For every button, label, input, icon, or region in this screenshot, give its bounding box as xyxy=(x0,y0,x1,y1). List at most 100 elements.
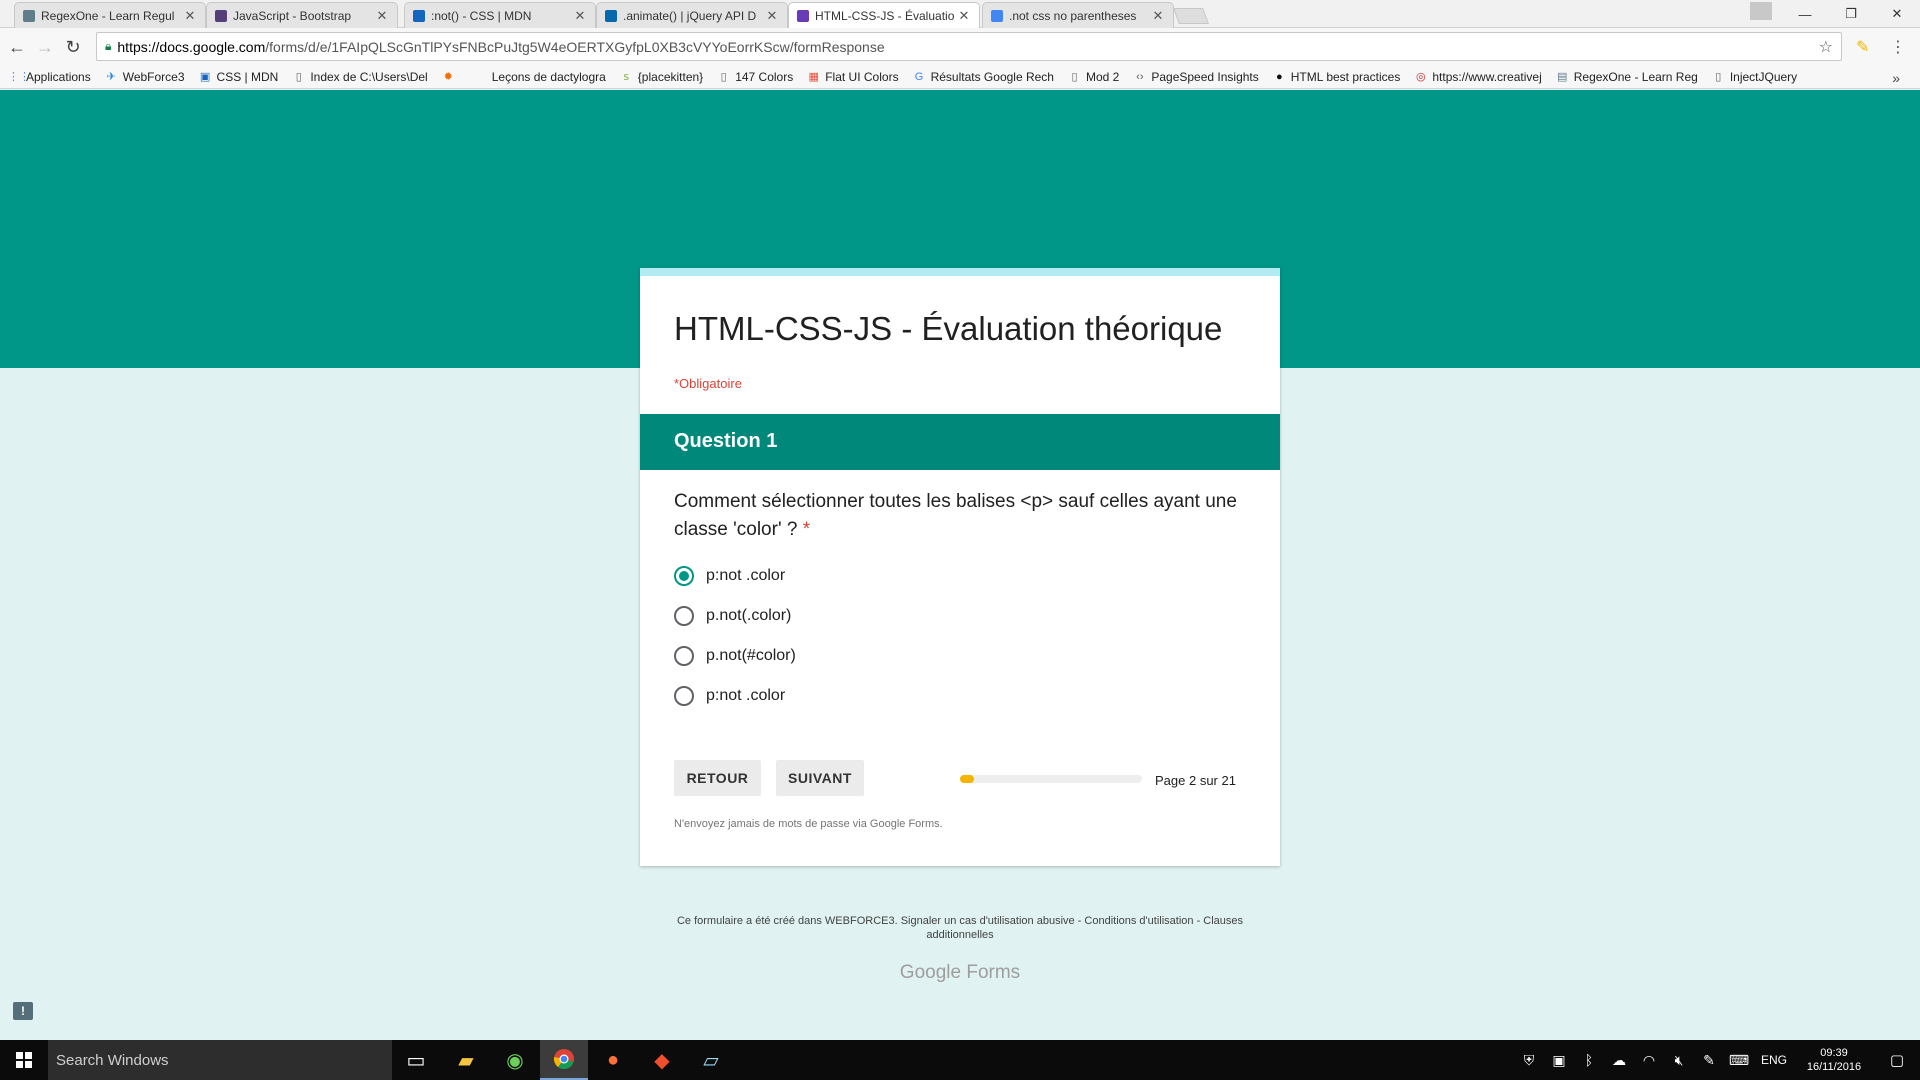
form-card: HTML-CSS-JS - Évaluation théorique *Obli… xyxy=(640,268,1280,866)
action-center-icon[interactable]: ▢ xyxy=(1874,1051,1920,1069)
chrome-icon[interactable] xyxy=(540,1040,588,1080)
bug-icon: ✹ xyxy=(443,70,453,83)
progress-bar xyxy=(960,775,1142,783)
browser-tab[interactable]: JavaScript - Bootstrap ✕ xyxy=(206,2,398,28)
bookmark-star-icon[interactable]: ☆ xyxy=(1819,37,1833,57)
radio-option[interactable]: p:not .color xyxy=(674,556,796,596)
bookmark-item[interactable]: ‹› PageSpeed Insights xyxy=(1133,70,1259,84)
bootstrap-icon xyxy=(215,10,227,22)
chevron-right-icon[interactable]: » xyxy=(1892,70,1900,86)
bookmark-item[interactable]: ▯ 147 Colors xyxy=(717,70,794,84)
browser-toolbar: ← → ↻ 🔒︎ https://docs.google.com /forms/… xyxy=(0,28,1920,66)
task-view-icon[interactable]: ▭ xyxy=(392,1040,440,1080)
bookmark-item[interactable]: ꜱ {placekitten} xyxy=(620,70,703,84)
feedback-icon[interactable]: ! xyxy=(13,1002,33,1020)
code-icon: ‹› xyxy=(1136,70,1144,83)
bookmark-item[interactable]: ▯ InjectJQuery xyxy=(1712,70,1797,84)
url-host: https://docs.google.com xyxy=(117,38,266,55)
radio-unchecked-icon[interactable] xyxy=(674,686,694,706)
tab-close-icon[interactable]: ✕ xyxy=(183,8,197,24)
bookmark-item[interactable]: ✹ xyxy=(442,71,460,84)
radio-option-label: p.not(.color) xyxy=(706,607,792,624)
section-header: Question 1 xyxy=(640,414,1280,470)
restore-icon[interactable]: ❐ xyxy=(1828,6,1874,22)
bookmark-item[interactable]: ▦ Flat UI Colors xyxy=(807,70,899,84)
clock-date: 16/11/2016 xyxy=(1806,1061,1862,1073)
bookmark-label: Leçons de dactylogra xyxy=(491,70,606,84)
bookmark-label: Résultats Google Rech xyxy=(930,70,1054,84)
bookmark-item[interactable]: ◎ https://www.creativej xyxy=(1414,70,1542,84)
bookmark-label: https://www.creativej xyxy=(1432,70,1542,84)
minimize-icon[interactable]: — xyxy=(1782,7,1828,22)
browser-tab[interactable]: RegexOne - Learn Regul ✕ xyxy=(14,2,206,28)
firefox-icon[interactable]: ● xyxy=(589,1040,637,1080)
radio-option[interactable]: p:not .color xyxy=(674,676,796,716)
tab-close-icon[interactable]: ✕ xyxy=(375,8,389,24)
shield-icon[interactable]: ⛨ xyxy=(1514,1052,1544,1069)
browser-tab[interactable]: HTML-CSS-JS - Évaluatio ✕ xyxy=(788,2,980,29)
card-top-border xyxy=(640,268,1280,276)
radio-option[interactable]: p.not(.color) xyxy=(674,596,796,636)
reload-icon[interactable]: ↻ xyxy=(62,36,84,58)
browser-tab[interactable]: :not() - CSS | MDN ✕ xyxy=(404,2,596,28)
address-bar[interactable]: 🔒︎ https://docs.google.com /forms/d/e/1F… xyxy=(96,32,1842,61)
google-forms-logo[interactable]: Google Forms xyxy=(0,962,1920,984)
radio-option[interactable]: p.not(#color) xyxy=(674,636,796,676)
google-forms-icon xyxy=(797,10,809,22)
volume-muted-icon[interactable]: 🔇︎ xyxy=(1664,1052,1694,1069)
bookmark-item[interactable]: G Résultats Google Rech xyxy=(913,70,1054,84)
radio-unchecked-icon[interactable] xyxy=(674,646,694,666)
tab-title: HTML-CSS-JS - Évaluatio xyxy=(815,9,955,23)
taskbar-search-placeholder: Search Windows xyxy=(56,1051,169,1069)
notepad-icon[interactable]: ▱ xyxy=(687,1040,735,1080)
clock[interactable]: 09:39 16/11/2016 xyxy=(1794,1046,1874,1074)
network-adapter-icon[interactable]: ▣ xyxy=(1544,1052,1574,1069)
new-tab-button[interactable] xyxy=(1173,8,1209,24)
pen-icon[interactable]: ✎ xyxy=(1694,1052,1724,1069)
tab-close-icon[interactable]: ✕ xyxy=(573,8,587,24)
bookmark-label: Mod 2 xyxy=(1085,70,1120,84)
git-icon[interactable]: ◆ xyxy=(638,1040,686,1080)
radio-checked-icon[interactable] xyxy=(674,566,694,586)
back-button[interactable]: RETOUR xyxy=(674,760,761,796)
bookmark-item[interactable]: ▯ Mod 2 xyxy=(1068,70,1119,84)
tab-close-icon[interactable]: ✕ xyxy=(957,8,971,24)
tab-close-icon[interactable]: ✕ xyxy=(765,8,779,24)
browser-tab[interactable]: .not css no parentheses ✕ xyxy=(982,2,1174,28)
section-title: Question 1 xyxy=(674,430,778,452)
webforce3-icon: ✈ xyxy=(106,70,116,83)
bookmark-item[interactable]: ⋮⋮ Applications xyxy=(8,70,91,84)
bookmark-item[interactable]: ▤ RegexOne - Learn Reg xyxy=(1556,70,1698,84)
windows-start-icon[interactable] xyxy=(0,1040,48,1080)
tab-title: JavaScript - Bootstrap xyxy=(233,8,352,23)
menu-dots-icon[interactable]: ⋮ xyxy=(1890,37,1906,57)
tab-close-icon[interactable]: ✕ xyxy=(1151,8,1165,24)
extension-icon[interactable]: ✎ xyxy=(1856,37,1869,57)
profile-icon[interactable] xyxy=(1750,2,1772,20)
taskbar-search-input[interactable]: Search Windows xyxy=(48,1040,392,1080)
bookmark-item[interactable]: ● HTML best practices xyxy=(1273,70,1400,84)
bookmark-item[interactable]: ✈ WebForce3 xyxy=(105,70,185,84)
back-arrow-icon[interactable]: ← xyxy=(6,36,28,58)
wifi-icon[interactable]: ◠ xyxy=(1634,1052,1664,1069)
forward-arrow-icon[interactable]: → xyxy=(34,36,56,58)
creative-icon: ◎ xyxy=(1416,70,1426,83)
file-explorer-icon[interactable]: ▰ xyxy=(442,1040,490,1080)
language-indicator[interactable]: ENG xyxy=(1754,1053,1794,1067)
bookmark-label: RegexOne - Learn Reg xyxy=(1573,70,1698,84)
bookmark-label: PageSpeed Insights xyxy=(1151,70,1259,84)
bookmark-item[interactable]: Leçons de dactylogra xyxy=(474,70,606,84)
browser-tab[interactable]: .animate() | jQuery API D ✕ xyxy=(596,2,788,28)
regexone-icon: ▤ xyxy=(1557,70,1568,83)
mdn-icon xyxy=(413,10,425,22)
gitkraken-icon[interactable]: ◉ xyxy=(491,1040,539,1080)
close-icon[interactable]: ✕ xyxy=(1874,6,1920,22)
bluetooth-icon[interactable]: ᛒ xyxy=(1574,1052,1604,1068)
footer-text[interactable]: Ce formulaire a été créé dans WEBFORCE3.… xyxy=(655,914,1265,942)
bookmark-item[interactable]: ▯ Index de C:\Users\Del xyxy=(292,70,428,84)
next-button[interactable]: SUIVANT xyxy=(776,760,864,796)
keyboard-icon[interactable]: ⌨ xyxy=(1724,1052,1754,1069)
onedrive-icon[interactable]: ☁ xyxy=(1604,1052,1634,1069)
bookmark-item[interactable]: ▣ CSS | MDN xyxy=(199,70,279,84)
radio-unchecked-icon[interactable] xyxy=(674,606,694,626)
